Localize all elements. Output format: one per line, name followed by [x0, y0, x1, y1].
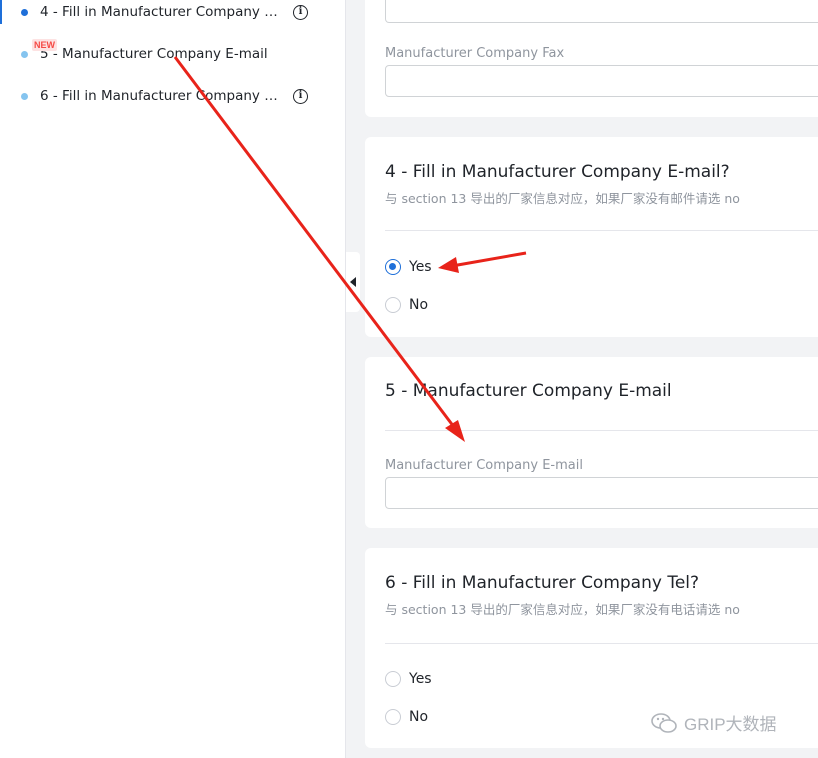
card-fax: Manufacturer Company Fax [365, 0, 818, 117]
divider [385, 230, 818, 231]
new-badge: NEW [32, 39, 57, 51]
divider [385, 643, 818, 644]
radio-unchecked-icon [385, 297, 401, 313]
wechat-icon [651, 712, 677, 733]
card-q4: 4 - Fill in Manufacturer Company E-mail?… [365, 137, 818, 337]
status-dot [21, 50, 28, 58]
sidebar-item-q6[interactable]: 6 - Fill in Manufacturer Company Tel? i [0, 82, 330, 110]
sidebar-item-label: 5 - Manufacturer Company E-mail [40, 46, 268, 62]
sidebar-collapse-button[interactable] [346, 252, 360, 312]
question-title: 4 - Fill in Manufacturer Company E-mail? [385, 162, 730, 182]
radio-checked-icon [385, 259, 401, 275]
info-icon[interactable]: i [293, 88, 308, 104]
watermark: GRIP大数据 [650, 710, 777, 735]
email-input[interactable] [385, 477, 818, 509]
radio-option-yes[interactable]: Yes [385, 669, 432, 689]
radio-label: Yes [409, 259, 432, 275]
question-title: 5 - Manufacturer Company E-mail [385, 381, 672, 401]
radio-unchecked-icon [385, 709, 401, 725]
card-q5: 5 - Manufacturer Company E-mail Manufact… [365, 357, 818, 528]
status-dot [21, 92, 28, 100]
radio-label: Yes [409, 671, 432, 687]
fax-input[interactable] [385, 65, 818, 97]
watermark-text: GRIP大数据 [684, 715, 777, 734]
caret-left-icon [350, 277, 356, 287]
radio-option-no[interactable]: No [385, 707, 428, 727]
question-description: 与 section 13 导出的厂家信息对应，如果厂家没有电话请选 no [385, 602, 740, 617]
radio-option-yes[interactable]: Yes [385, 257, 432, 277]
divider [385, 430, 818, 431]
status-dot [21, 8, 28, 16]
radio-option-no[interactable]: No [385, 295, 428, 315]
sidebar: 4 - Fill in Manufacturer Company E-mail?… [0, 0, 346, 758]
question-description: 与 section 13 导出的厂家信息对应，如果厂家没有邮件请选 no [385, 191, 740, 206]
radio-label: No [409, 297, 429, 313]
previous-field-input[interactable] [385, 0, 818, 23]
sidebar-item-label: 4 - Fill in Manufacturer Company E-mail? [40, 4, 280, 20]
field-label: Manufacturer Company E-mail [385, 458, 583, 473]
radio-label: No [409, 709, 429, 725]
question-title: 6 - Fill in Manufacturer Company Tel? [385, 573, 700, 593]
radio-unchecked-icon [385, 671, 401, 687]
field-label: Manufacturer Company Fax [385, 46, 565, 61]
info-icon[interactable]: i [293, 4, 308, 20]
sidebar-item-q4[interactable]: 4 - Fill in Manufacturer Company E-mail?… [0, 0, 330, 26]
sidebar-item-label: 6 - Fill in Manufacturer Company Tel? [40, 88, 280, 104]
